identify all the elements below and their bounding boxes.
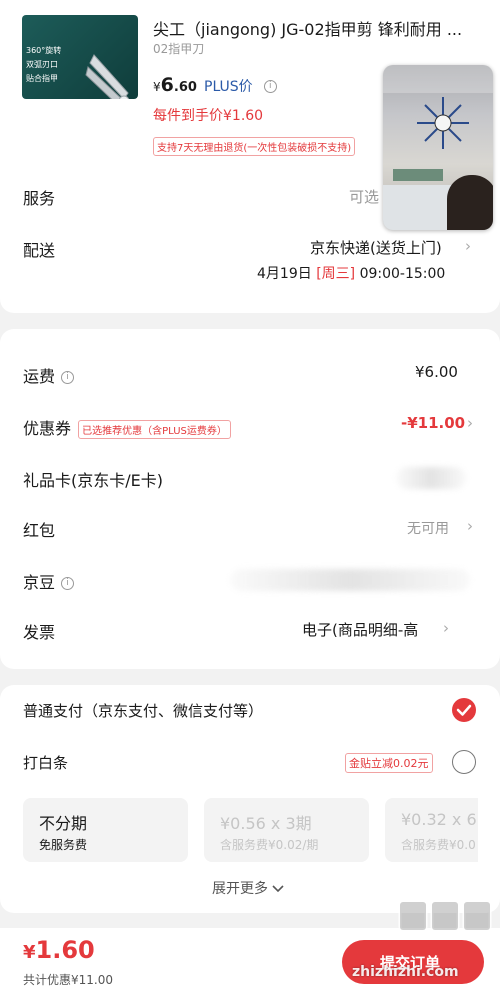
thumb-line-3: 贴合指甲 <box>26 74 58 83</box>
baitiao-tag-text: 金贴立减0.02元 <box>345 753 433 773</box>
chevron-right-icon[interactable]: › <box>465 237 471 255</box>
plus-label: PLUS价 <box>204 79 253 95</box>
delivery-weekday: [周三] <box>316 266 356 282</box>
installment-option[interactable]: ¥0.32 x 6 含服务费¥0.0 <box>385 798 478 862</box>
service-value[interactable]: 可选 <box>349 186 379 207</box>
product-title[interactable]: 尖工（jiangong) JG-02指甲剪 锋利耐用 ... <box>153 16 483 40</box>
info-icon[interactable]: i <box>61 577 75 590</box>
check-icon <box>456 704 472 716</box>
installment-sub: 含服务费¥0.02/期 <box>220 838 319 852</box>
delivery-date: 4月19日 <box>257 266 312 282</box>
invoice-label: 发票 <box>23 623 56 642</box>
jingdou-label: 京豆 i <box>23 569 75 593</box>
thumb-line-2: 双弧刃口 <box>26 60 58 69</box>
video-person <box>447 175 493 230</box>
info-icon[interactable]: i <box>263 80 277 93</box>
normal-payment-label[interactable]: 普通支付（京东支付、微信支付等） <box>23 700 263 721</box>
watermark-text: zhizhizhi.com <box>352 964 459 980</box>
jingdou-label-text: 京豆 <box>23 573 56 592</box>
normal-payment-radio[interactable] <box>452 698 476 722</box>
delivery-value[interactable]: 京东快递(送货上门) <box>310 237 442 258</box>
delivery-hours: 09:00-15:00 <box>359 266 446 282</box>
installment-title: ¥0.32 x 6 <box>401 810 477 829</box>
shipping-label: 运费 i <box>23 363 75 387</box>
watermark-logo <box>398 900 492 932</box>
blurred-value <box>230 569 470 591</box>
coupon-row[interactable]: 优惠券 已选推荐优惠（含PLUS运费券） <box>23 415 231 439</box>
giftcard-label[interactable]: 礼品卡(京东卡/E卡) <box>23 467 163 491</box>
coupon-value[interactable]: -¥11.00 <box>401 414 465 432</box>
installment-title: ¥0.56 x 3期 <box>220 814 312 833</box>
delivery-time: 4月19日 [周三] 09:00-15:00 <box>257 263 445 283</box>
blurred-value <box>396 467 466 489</box>
chevron-right-icon[interactable]: › <box>467 517 473 535</box>
baitiao-tag: 金贴立减0.02元 <box>345 752 433 773</box>
invoice-value[interactable]: 电子(商品明细-高 <box>302 619 418 640</box>
baitiao-radio[interactable] <box>452 750 476 774</box>
redpacket-label: 红包 <box>23 521 56 540</box>
price-symbol: ¥ <box>153 80 161 94</box>
thumb-line-1: 360°旋转 <box>26 46 62 55</box>
total-value: 1.60 <box>35 936 95 964</box>
chevron-right-icon[interactable]: › <box>467 414 473 432</box>
expand-more-label: 展开更多 <box>212 881 268 897</box>
price-int: 6 <box>160 74 174 96</box>
price-dec: .60 <box>173 80 197 95</box>
installment-option[interactable]: ¥0.56 x 3期 含服务费¥0.02/期 <box>204 798 369 862</box>
nail-clipper-image <box>85 54 130 99</box>
chevron-down-icon <box>272 885 285 893</box>
installment-title: 不分期 <box>39 814 88 833</box>
total-discount: 共计优惠¥11.00 <box>23 973 113 987</box>
installment-sub: 免服务费 <box>39 838 88 852</box>
installment-sub: 含服务费¥0.0 <box>401 838 476 852</box>
floating-video-window[interactable] <box>383 65 493 230</box>
wall-clock-image <box>417 97 469 149</box>
plus-price: ¥6.60 PLUS价 i <box>153 74 277 96</box>
product-thumbnail[interactable]: 360°旋转 双弧刃口 贴合指甲 <box>22 15 138 99</box>
expand-more[interactable]: 展开更多 <box>212 878 285 898</box>
video-cabinet <box>383 185 453 230</box>
video-ceiling <box>383 65 493 93</box>
video-shelf <box>393 169 443 181</box>
return-policy-text: 支持7天无理由退货(一次性包装破损不支持) <box>153 137 356 156</box>
return-policy-badge: 支持7天无理由退货(一次性包装破损不支持) <box>153 136 356 156</box>
final-price: 每件到手价¥1.60 <box>153 108 264 124</box>
delivery-label: 配送 <box>23 241 56 260</box>
checkout-bar: ¥1.60 共计优惠¥11.00 提交订单 zhizhizhi.com <box>0 900 500 988</box>
coupon-label: 优惠券 <box>23 419 72 438</box>
baitiao-label[interactable]: 打白条 <box>23 752 68 773</box>
info-icon[interactable]: i <box>61 371 75 384</box>
shipping-label-text: 运费 <box>23 367 56 386</box>
redpacket-value[interactable]: 无可用 <box>407 518 449 538</box>
chevron-right-icon[interactable]: › <box>443 619 449 637</box>
product-subtitle: 02指甲刀 <box>153 42 205 56</box>
coupon-tag: 已选推荐优惠（含PLUS运费券） <box>78 420 231 439</box>
installment-option[interactable]: 不分期 免服务费 <box>23 798 188 862</box>
total-symbol: ¥ <box>23 942 36 963</box>
fees-card: 运费 i ¥6.00 优惠券 已选推荐优惠（含PLUS运费券） -¥11.00 ›… <box>0 329 500 669</box>
total-price: ¥1.60 <box>23 936 95 964</box>
shipping-value: ¥6.00 <box>415 363 458 381</box>
service-label: 服务 <box>23 189 56 208</box>
invoice-value-text: 电子(商品明细-高 <box>302 621 419 639</box>
